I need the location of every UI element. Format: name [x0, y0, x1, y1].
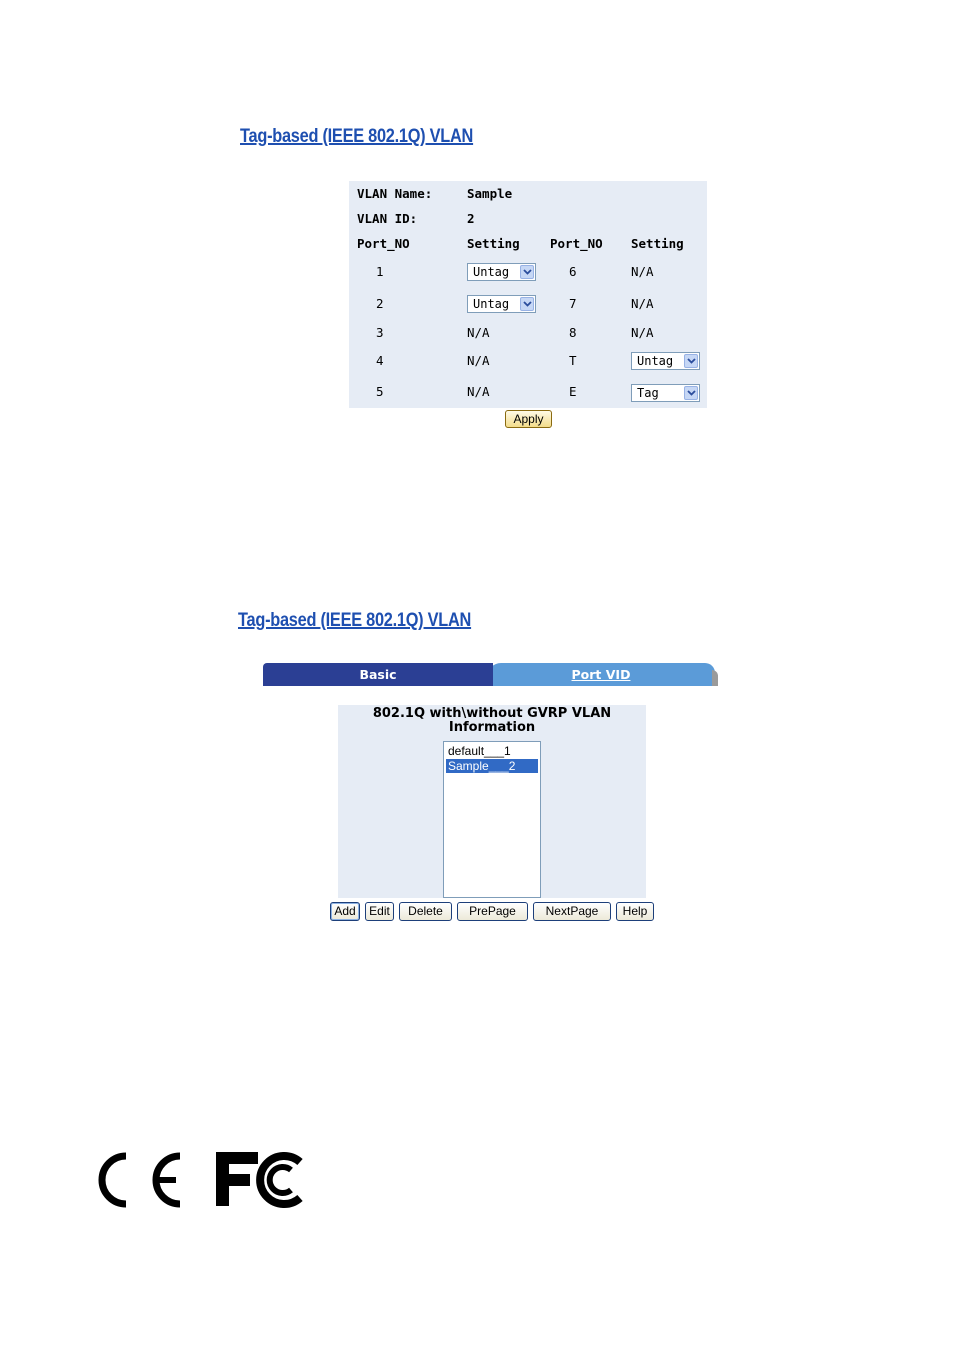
list-item-selected[interactable]: Sample___2: [446, 759, 538, 773]
port-setting-text: N/A: [467, 353, 490, 368]
port-setting-text: N/A: [631, 296, 654, 311]
add-button[interactable]: Add: [330, 902, 360, 921]
port-number: 4: [376, 353, 384, 368]
tab-label: Basic: [359, 667, 397, 682]
port-setting-select[interactable]: Untag: [631, 352, 700, 370]
certification-logos: [98, 1152, 303, 1208]
port-number: 8: [569, 325, 577, 340]
port-number: 3: [376, 325, 384, 340]
fcc-mark-icon: [216, 1152, 303, 1208]
port-number: E: [569, 384, 577, 399]
page-heading-top: Tag-based (IEEE 802.1Q) VLAN: [240, 126, 474, 147]
port-setting-select[interactable]: Untag: [467, 263, 536, 281]
column-header-port-right: Port_NO: [550, 236, 603, 251]
tab-shadow: [712, 670, 718, 686]
port-number: 7: [569, 296, 577, 311]
port-number: 2: [376, 296, 384, 311]
port-number: 1: [376, 264, 384, 279]
select-value: Tag: [637, 386, 659, 400]
help-button[interactable]: Help: [616, 902, 654, 921]
port-number: 6: [569, 264, 577, 279]
vlan-listbox[interactable]: default___1 Sample___2: [443, 741, 541, 898]
chevron-down-icon[interactable]: [684, 386, 698, 400]
edit-button[interactable]: Edit: [365, 902, 394, 921]
vlan-name-label: VLAN Name:: [357, 186, 433, 201]
port-setting-text: N/A: [467, 384, 490, 399]
port-number: 5: [376, 384, 384, 399]
port-number: T: [569, 353, 577, 368]
select-value: Untag: [473, 265, 510, 279]
delete-button[interactable]: Delete: [399, 902, 452, 921]
chevron-down-icon[interactable]: [684, 354, 698, 368]
chevron-down-icon[interactable]: [520, 265, 534, 279]
port-setting-text: N/A: [631, 264, 654, 279]
chevron-down-icon[interactable]: [520, 297, 534, 311]
tab-label: Port VID: [571, 667, 631, 682]
page-heading-bottom: Tag-based (IEEE 802.1Q) VLAN: [238, 610, 472, 631]
vlan-id-label: VLAN ID:: [357, 211, 418, 226]
port-setting-text: N/A: [631, 325, 654, 340]
vlan-id-value: 2: [467, 211, 475, 226]
tab-port-vid[interactable]: Port VID: [487, 663, 715, 686]
port-setting-text: N/A: [467, 325, 490, 340]
column-header-setting-left: Setting: [467, 236, 520, 251]
nextpage-button[interactable]: NextPage: [533, 902, 611, 921]
vlan-list-title: 802.1Q with\without GVRP VLAN Informatio…: [338, 707, 646, 735]
ce-mark-icon: [98, 1152, 181, 1208]
apply-button[interactable]: Apply: [505, 410, 552, 428]
select-value: Untag: [637, 354, 674, 368]
vlan-list-title-line1: 802.1Q with\without GVRP VLAN: [372, 706, 612, 721]
list-item[interactable]: default___1: [446, 744, 538, 758]
column-header-port-left: Port_NO: [357, 236, 410, 251]
select-value: Untag: [473, 297, 510, 311]
port-setting-select[interactable]: Untag: [467, 295, 536, 313]
port-setting-select[interactable]: Tag: [631, 384, 700, 402]
vlan-name-value: Sample: [467, 186, 513, 201]
prepage-button[interactable]: PrePage: [457, 902, 528, 921]
vlan-list-title-line2: Information: [448, 720, 536, 735]
tab-basic[interactable]: Basic: [263, 663, 493, 686]
column-header-setting-right: Setting: [631, 236, 684, 251]
